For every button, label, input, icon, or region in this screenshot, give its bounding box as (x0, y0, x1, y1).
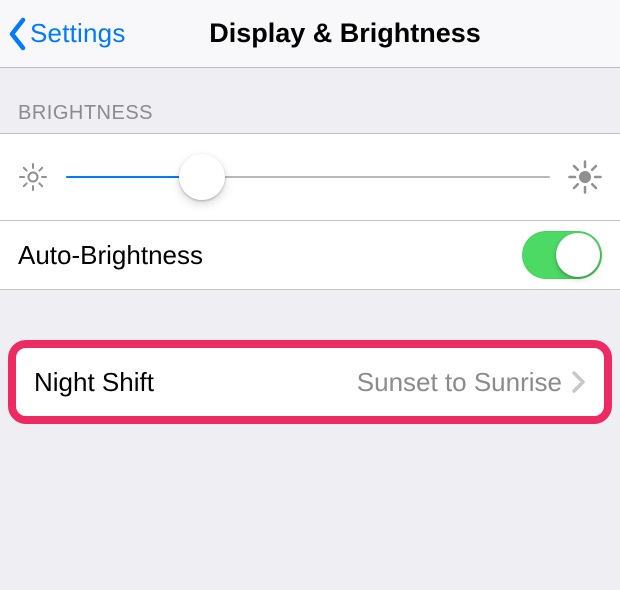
night-shift-row[interactable]: Night Shift Sunset to Sunrise (16, 348, 604, 416)
back-button[interactable]: Settings (8, 17, 126, 51)
auto-brightness-label: Auto-Brightness (18, 240, 203, 271)
section-header-brightness: BRIGHTNESS (0, 68, 620, 133)
night-shift-value: Sunset to Sunrise (357, 367, 562, 398)
chevron-right-icon (572, 370, 586, 394)
switch-knob (556, 233, 600, 277)
auto-brightness-row: Auto-Brightness (0, 221, 620, 289)
brightness-group: Auto-Brightness (0, 133, 620, 290)
brightness-slider-thumb[interactable] (179, 154, 225, 200)
navbar: Settings Display & Brightness (0, 0, 620, 68)
sun-min-icon (18, 162, 48, 192)
chevron-left-icon (8, 17, 28, 51)
sun-max-icon (568, 160, 602, 194)
brightness-slider[interactable] (66, 176, 550, 178)
auto-brightness-toggle[interactable] (522, 231, 602, 279)
back-label: Settings (30, 18, 126, 49)
night-shift-highlight: Night Shift Sunset to Sunrise (8, 340, 612, 424)
night-shift-label: Night Shift (34, 367, 154, 398)
brightness-slider-row (0, 134, 620, 220)
